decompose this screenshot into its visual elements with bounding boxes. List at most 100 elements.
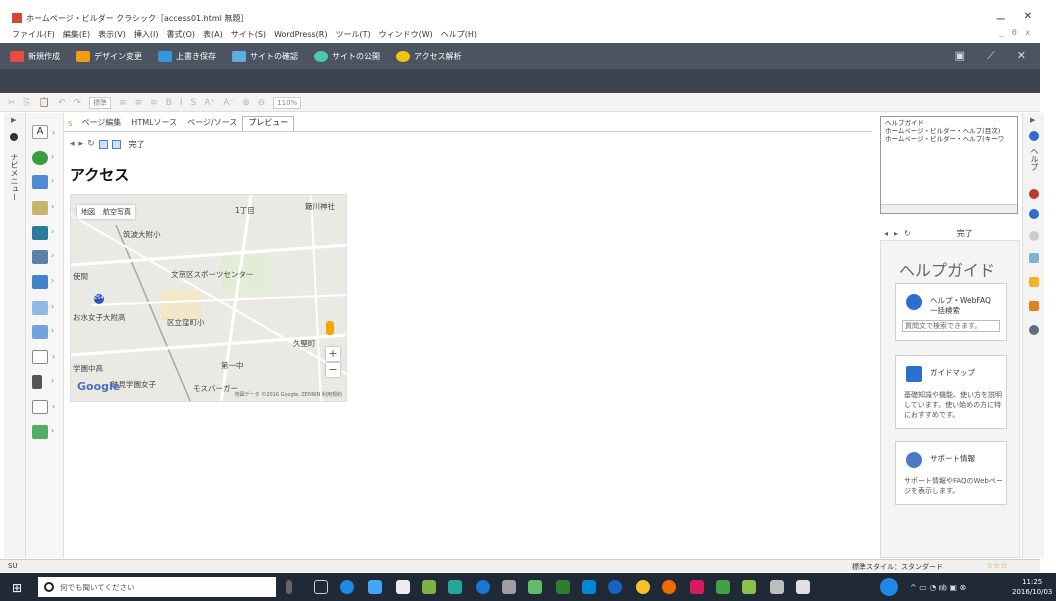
help-tree-item[interactable]: ホームページ・ビルダー・ヘルプ(キーワ xyxy=(885,135,1013,143)
collapse-arrow-icon[interactable]: ▶ xyxy=(1030,116,1035,124)
help-forward-icon[interactable]: ▸ xyxy=(894,229,898,238)
tab-page-edit[interactable]: ページ編集 xyxy=(76,117,126,131)
map-attribution[interactable]: 地図データ ©2016 Google, ZENRIN 利用規約 xyxy=(235,391,342,398)
task-view-icon[interactable] xyxy=(314,580,328,594)
menu-window[interactable]: ウィンドウ(W) xyxy=(379,29,433,40)
app-icon-6[interactable] xyxy=(608,580,622,594)
app-icon-3[interactable] xyxy=(502,580,516,594)
map-type-map[interactable]: 地図 xyxy=(77,205,99,219)
brush-icon[interactable] xyxy=(1029,301,1039,311)
app-icon-10[interactable] xyxy=(796,580,810,594)
menu-table[interactable]: 表(A) xyxy=(203,29,223,40)
minimize-button[interactable]: ー xyxy=(996,11,1006,26)
store-icon[interactable] xyxy=(368,580,382,594)
text-tool-icon[interactable]: A xyxy=(32,125,55,139)
zoom-select[interactable]: 110% xyxy=(273,96,302,109)
menu-help[interactable]: ヘルプ(H) xyxy=(441,29,477,40)
taskbar-clock[interactable]: 11:25 2016/10/03 xyxy=(1012,577,1052,597)
help-search-card[interactable]: ヘルプ・WebFAQ 一括検索 質問文で検索できます。 xyxy=(895,283,1007,341)
align-left-icon[interactable]: ≡ xyxy=(119,98,127,108)
map-zoom-in-button[interactable]: + xyxy=(326,347,340,361)
strike-icon[interactable]: S xyxy=(191,98,197,108)
cut-icon[interactable]: ✂ xyxy=(8,98,16,108)
photo-tool-icon[interactable] xyxy=(32,275,54,289)
help-tree-item[interactable]: ホームページ・ビルダー・ヘルプ(目次) xyxy=(885,127,1013,135)
refresh-panel-icon[interactable] xyxy=(1029,231,1039,241)
new-button[interactable]: 新規作成 xyxy=(10,50,60,62)
app-icon-9[interactable] xyxy=(770,580,784,594)
guide-map-card[interactable]: ガイドマップ 基礎知識や機能、使い方を説明しています。使い始めの方に特におすすめ… xyxy=(895,355,1007,429)
help-back-icon[interactable]: ◂ xyxy=(884,229,888,238)
taskbar-search[interactable]: 何でも聞いてください xyxy=(38,577,276,597)
back-icon[interactable]: ◂ xyxy=(70,139,75,149)
help-strip[interactable]: ▶ ヘルプ xyxy=(1022,113,1044,558)
tab-preview[interactable]: プレビュー xyxy=(242,116,295,131)
chrome-icon[interactable] xyxy=(636,580,650,594)
menu-format[interactable]: 書式(O) xyxy=(166,29,195,40)
redo-icon[interactable]: ↷ xyxy=(74,98,82,108)
pin-icon[interactable]: ⟋ xyxy=(987,49,995,63)
menu-edit[interactable]: 編集(E) xyxy=(63,29,90,40)
mdi-minimize-button[interactable]: _ xyxy=(999,28,1003,37)
ie-icon[interactable] xyxy=(476,580,490,594)
tab-page-source[interactable]: ページ/ソース xyxy=(182,117,242,131)
align-right-icon[interactable]: ≡ xyxy=(150,98,158,108)
toolbar-close-icon[interactable]: ✕ xyxy=(1017,49,1026,63)
tab-html-source[interactable]: HTMLソース xyxy=(126,117,182,131)
map-type-satellite[interactable]: 航空写真 xyxy=(99,205,135,219)
bold-icon[interactable]: B xyxy=(166,98,172,108)
list-tool-icon[interactable] xyxy=(32,350,55,364)
zoom-out-icon[interactable]: ⊖ xyxy=(258,98,266,108)
help-tree-item[interactable]: ヘルプガイド xyxy=(885,119,1013,127)
app-icon-8[interactable] xyxy=(742,580,756,594)
forward-icon[interactable]: ▸ xyxy=(79,139,84,149)
view-mode-icon[interactable] xyxy=(98,139,108,149)
zoom-in-icon[interactable]: ⊕ xyxy=(242,98,250,108)
map-zoom-out-button[interactable]: − xyxy=(326,363,340,377)
page-tool-icon[interactable] xyxy=(32,400,55,414)
mdi-close-button[interactable]: x xyxy=(1025,28,1030,37)
street-view-pegman-icon[interactable] xyxy=(326,321,334,335)
form-tool-icon[interactable] xyxy=(32,301,54,315)
image-tool-icon[interactable] xyxy=(32,151,54,165)
media-tool-icon[interactable] xyxy=(32,226,54,240)
help-tree-scrollbar[interactable] xyxy=(881,204,1017,213)
edge-icon[interactable] xyxy=(340,580,354,594)
app-icon-5[interactable] xyxy=(582,580,596,594)
close-button[interactable]: ✕ xyxy=(1024,11,1032,26)
calendar-tool-icon[interactable] xyxy=(32,425,54,439)
dreamweaver-icon[interactable] xyxy=(556,580,570,594)
paste-icon[interactable]: 📋 xyxy=(39,98,50,108)
support-card[interactable]: サポート情報 サポート情報やFAQのWebページを表示します。 xyxy=(895,441,1007,505)
menu-file[interactable]: ファイル(F) xyxy=(12,29,55,40)
compass-icon[interactable] xyxy=(1029,209,1039,219)
align-center-icon[interactable]: ≡ xyxy=(135,98,143,108)
app-icon-7[interactable] xyxy=(716,580,730,594)
menu-view[interactable]: 表示(V) xyxy=(98,29,126,40)
palette-icon[interactable] xyxy=(1029,253,1039,263)
app-icon-2[interactable] xyxy=(448,580,462,594)
save-button[interactable]: 上書き保存 xyxy=(158,50,216,62)
help-search-input[interactable]: 質問文で検索できます。 xyxy=(902,320,1000,332)
system-tray-icon[interactable]: ^ ▭ ◔ ㏔ ▣ ⊗ xyxy=(910,582,966,593)
mdi-restore-button[interactable]: θ xyxy=(1012,28,1017,37)
app-icon-4[interactable] xyxy=(528,580,542,594)
design-button[interactable]: デザイン変更 xyxy=(76,50,142,62)
windows-start-icon[interactable]: ⊞ xyxy=(12,581,22,595)
picture-tool-icon[interactable] xyxy=(32,175,54,189)
font-size-down-icon[interactable]: A⁻ xyxy=(223,98,234,108)
menu-tools[interactable]: ツール(T) xyxy=(335,29,370,40)
undo-icon[interactable]: ↶ xyxy=(58,98,66,108)
menu-insert[interactable]: 挿入(I) xyxy=(134,29,159,40)
help-refresh-icon[interactable]: ↻ xyxy=(904,229,911,238)
video-tool-icon[interactable] xyxy=(32,250,54,264)
device-tool-icon[interactable] xyxy=(32,375,54,389)
firefox-icon[interactable] xyxy=(662,580,676,594)
globe-icon[interactable] xyxy=(1029,189,1039,199)
link-icon[interactable] xyxy=(1029,325,1039,335)
pen-tool-icon[interactable] xyxy=(32,201,54,215)
expand-arrow-icon[interactable]: ▶ xyxy=(11,116,16,124)
homepage-builder-icon[interactable] xyxy=(690,580,704,594)
copy-icon[interactable]: ⎘ xyxy=(24,98,31,108)
menu-site[interactable]: サイト(S) xyxy=(231,29,266,40)
